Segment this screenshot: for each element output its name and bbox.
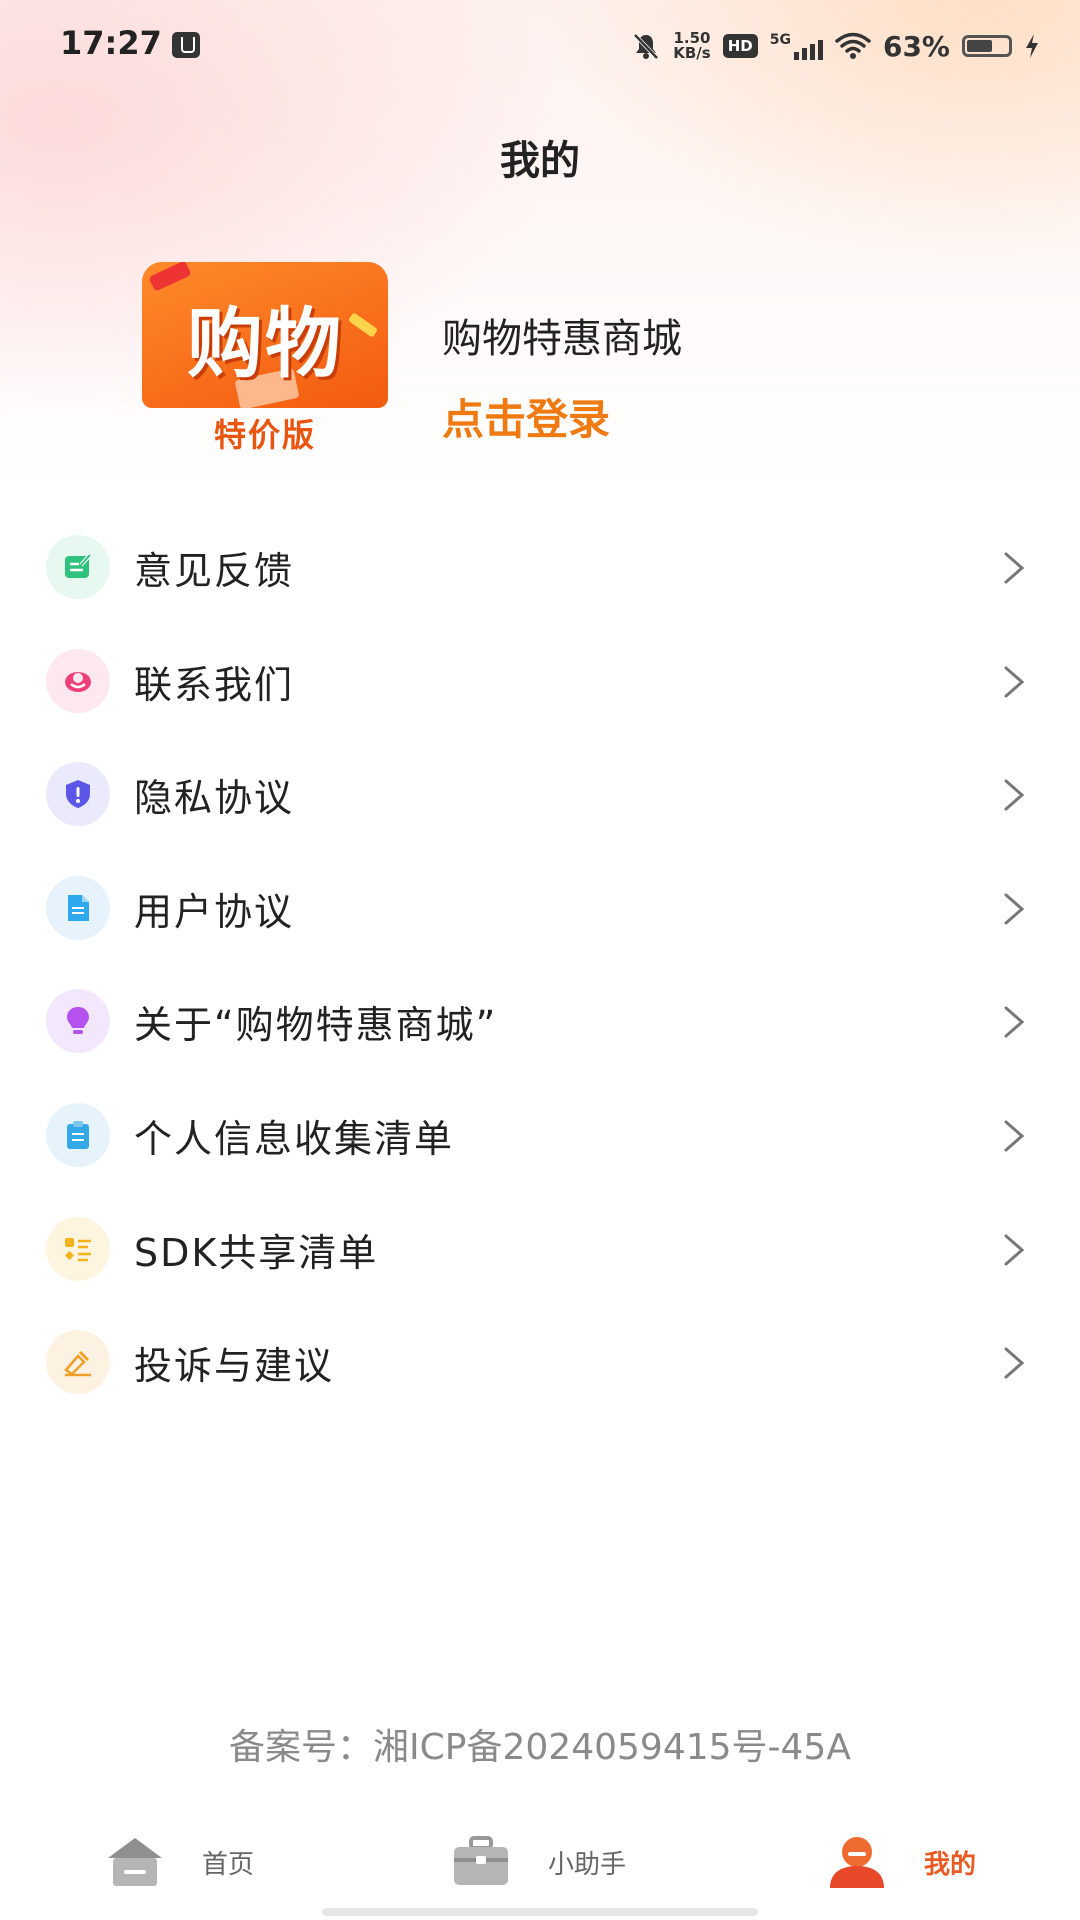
app-logo[interactable]: 购物 特价版 bbox=[142, 262, 388, 454]
menu-item-personal-info-list[interactable]: 个人信息收集清单 bbox=[0, 1078, 1080, 1192]
logo-sub-text: 特价版 bbox=[213, 416, 316, 454]
shield-icon bbox=[46, 762, 110, 827]
hd-badge: HD bbox=[722, 34, 758, 58]
menu-item-privacy[interactable]: 隐私协议 bbox=[0, 737, 1080, 851]
person-icon bbox=[830, 1837, 884, 1888]
chevron-right-icon bbox=[1004, 1347, 1025, 1379]
logo-main-text: 购物 bbox=[187, 299, 343, 388]
chevron-right-icon bbox=[1004, 1120, 1025, 1152]
page-title: 我的 bbox=[500, 138, 580, 184]
network-type: 5G bbox=[769, 32, 791, 48]
nav-mine[interactable]: 我的 bbox=[826, 1832, 976, 1892]
lightbulb-icon bbox=[46, 989, 110, 1054]
chevron-right-icon bbox=[1004, 779, 1025, 811]
menu-item-label: 意见反馈 bbox=[134, 549, 295, 593]
menu-item-label: SDK共享清单 bbox=[134, 1230, 379, 1275]
menu-item-label: 用户协议 bbox=[134, 889, 295, 934]
menu-item-feedback[interactable]: 意见反馈 bbox=[0, 510, 1080, 624]
login-button[interactable]: 点击登录 bbox=[442, 386, 610, 447]
menu-item-label: 关于“购物特惠商城” bbox=[134, 1003, 498, 1048]
charging-icon bbox=[1026, 34, 1038, 58]
network-speed: 1.50 KB/s bbox=[673, 31, 710, 61]
menu-item-label: 隐私协议 bbox=[134, 776, 295, 821]
menu-item-sdk-list[interactable]: SDK共享清单 bbox=[0, 1192, 1080, 1306]
chevron-right-icon bbox=[1004, 552, 1025, 584]
status-bar: 17:27 1.50 KB/s HD 5G 63% bbox=[0, 0, 1080, 90]
app-name: 购物特惠商城 bbox=[442, 316, 682, 362]
chevron-right-icon bbox=[1004, 893, 1025, 925]
complaint-icon bbox=[46, 1330, 110, 1395]
bell-muted-icon bbox=[633, 33, 659, 60]
menu-item-label: 个人信息收集清单 bbox=[134, 1116, 455, 1161]
logo-banner: 购物 bbox=[142, 262, 388, 408]
list-icon bbox=[46, 1216, 110, 1281]
menu-item-user-agreement[interactable]: 用户协议 bbox=[0, 851, 1080, 965]
battery-percent: 63% bbox=[882, 29, 950, 63]
menu-list: 意见反馈 联系我们 隐私协议 用户协议 关于“购物特惠商城” 个人信息收集清单 … bbox=[0, 510, 1080, 1419]
status-time: 17:27 bbox=[60, 24, 162, 62]
menu-item-contact[interactable]: 联系我们 bbox=[0, 624, 1080, 738]
menu-item-complaint[interactable]: 投诉与建议 bbox=[0, 1305, 1080, 1419]
cellular-signal-icon: 5G bbox=[770, 32, 823, 60]
wifi-icon bbox=[835, 32, 871, 59]
briefcase-icon bbox=[454, 1836, 508, 1885]
chevron-right-icon bbox=[1004, 1234, 1025, 1266]
home-indicator[interactable] bbox=[322, 1908, 758, 1916]
nav-home[interactable]: 首页 bbox=[104, 1832, 254, 1892]
clipboard-icon bbox=[46, 1102, 110, 1167]
nav-home-label: 首页 bbox=[202, 1849, 255, 1880]
home-icon bbox=[108, 1838, 162, 1886]
menu-item-label: 投诉与建议 bbox=[134, 1344, 335, 1389]
headset-icon bbox=[46, 648, 110, 713]
network-speed-unit: KB/s bbox=[673, 44, 711, 62]
usb-debug-icon bbox=[172, 32, 200, 58]
battery-icon bbox=[962, 35, 1012, 57]
chevron-right-icon bbox=[1004, 666, 1025, 698]
menu-item-label: 联系我们 bbox=[134, 662, 295, 707]
feedback-icon bbox=[46, 535, 110, 599]
nav-assistant-label: 小助手 bbox=[548, 1849, 627, 1880]
icp-record: 备案号：湘ICP备2024059415号-45A bbox=[229, 1727, 851, 1768]
bottom-nav: 首页 小助手 我的 bbox=[0, 1818, 1080, 1902]
nav-mine-label: 我的 bbox=[924, 1849, 977, 1880]
menu-item-about[interactable]: 关于“购物特惠商城” bbox=[0, 964, 1080, 1078]
chevron-right-icon bbox=[1004, 1006, 1025, 1038]
nav-assistant[interactable]: 小助手 bbox=[450, 1832, 626, 1892]
document-icon bbox=[46, 875, 110, 940]
status-indicators: 1.50 KB/s HD 5G 63% bbox=[631, 26, 1040, 66]
